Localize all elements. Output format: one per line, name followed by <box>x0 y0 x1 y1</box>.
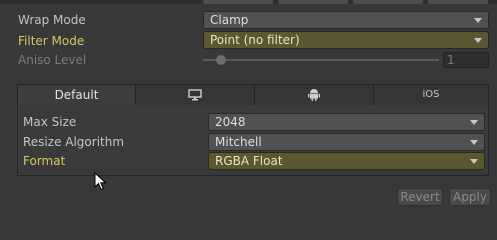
max-size-dropdown[interactable]: 2048 <box>208 113 485 131</box>
mouse-cursor-icon <box>94 172 107 191</box>
filter-mode-value: Point (no filter) <box>210 33 300 47</box>
wrap-mode-dropdown[interactable]: Clamp <box>203 11 489 29</box>
chevron-down-icon <box>470 120 478 125</box>
max-size-label: Max Size <box>23 115 77 129</box>
wrap-mode-label: Wrap Mode <box>18 13 86 27</box>
tab-ios[interactable]: iOS <box>374 85 488 105</box>
tab-android[interactable] <box>255 85 374 105</box>
monitor-icon <box>188 88 202 100</box>
previous-field-edge <box>428 0 488 4</box>
previous-field-edge <box>203 0 273 4</box>
aniso-level-slider-thumb[interactable] <box>216 55 226 65</box>
previous-field-edge <box>353 0 423 4</box>
format-dropdown[interactable]: RGBA Float <box>208 152 485 170</box>
tab-default-label: Default <box>54 88 99 102</box>
aniso-level-field[interactable]: 1 <box>443 52 489 68</box>
revert-button[interactable]: Revert <box>397 188 443 206</box>
format-value: RGBA Float <box>215 154 283 168</box>
tab-default[interactable]: Default <box>18 85 136 105</box>
apply-button[interactable]: Apply <box>449 188 491 206</box>
previous-field-edge <box>278 0 348 4</box>
filter-mode-dropdown[interactable]: Point (no filter) <box>203 31 489 49</box>
resize-algorithm-label: Resize Algorithm <box>23 135 125 149</box>
aniso-level-label: Aniso Level <box>18 53 87 67</box>
chevron-down-icon <box>470 159 478 164</box>
max-size-value: 2048 <box>215 115 246 129</box>
filter-mode-label: Filter Mode <box>18 34 85 48</box>
format-label: Format <box>23 154 66 168</box>
tab-ios-label: iOS <box>422 89 440 100</box>
chevron-down-icon <box>470 140 478 145</box>
chevron-down-icon <box>474 18 482 23</box>
chevron-down-icon <box>474 38 482 43</box>
tab-standalone[interactable] <box>136 85 255 105</box>
android-icon <box>308 89 320 101</box>
wrap-mode-value: Clamp <box>210 13 249 27</box>
resize-algorithm-value: Mitchell <box>215 135 262 149</box>
aniso-level-slider-track[interactable] <box>203 59 439 61</box>
resize-algorithm-dropdown[interactable]: Mitchell <box>208 133 485 151</box>
